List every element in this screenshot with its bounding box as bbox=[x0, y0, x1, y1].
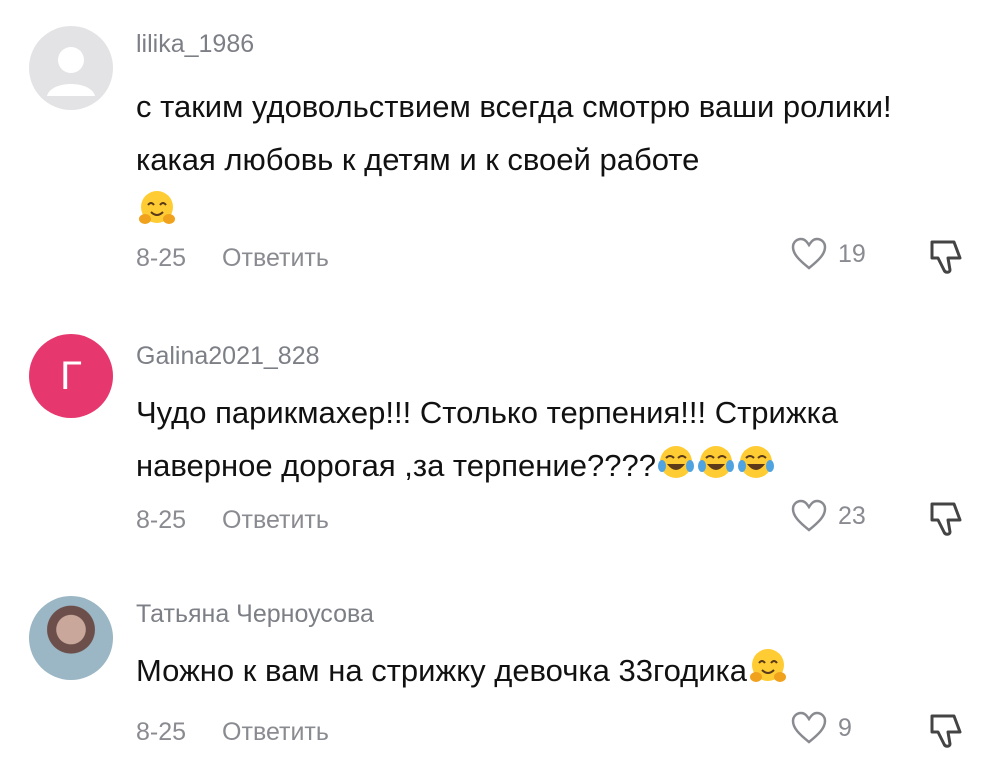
like-count: 9 bbox=[838, 713, 852, 742]
comment-item: Татьяна Черноусова Можно к вам на стрижк… bbox=[0, 560, 1008, 768]
comment-text-body: с таким удовольствием всегда смотрю ваши… bbox=[136, 89, 892, 177]
comment-text: с таким удовольствием всегда смотрю ваши… bbox=[136, 80, 976, 239]
avatar-letter: Г bbox=[60, 353, 82, 398]
like-count: 19 bbox=[838, 239, 866, 268]
reply-button[interactable]: Ответить bbox=[222, 506, 329, 534]
comment-text: Можно к вам на стрижку девочка 33годика bbox=[136, 644, 976, 697]
comment-meta: 8-25 Ответить bbox=[136, 506, 329, 535]
user-avatar[interactable]: Г bbox=[29, 334, 113, 418]
heart-icon bbox=[791, 237, 827, 270]
heart-icon bbox=[791, 499, 827, 532]
like-button[interactable]: 19 bbox=[790, 236, 866, 272]
user-avatar[interactable] bbox=[29, 596, 113, 680]
thumbs-down-icon bbox=[930, 502, 962, 536]
username[interactable]: lilika_1986 bbox=[136, 30, 254, 59]
thumbs-down-icon bbox=[930, 714, 962, 748]
tears-of-joy-emoji-icon bbox=[697, 446, 734, 478]
comment-text-body: Можно к вам на стрижку девочка 33годика bbox=[136, 653, 748, 688]
hugging-face-emoji-icon bbox=[750, 649, 787, 682]
comment-text: Чудо парикмахер!!! Столько терпения!!! С… bbox=[136, 386, 976, 492]
like-button[interactable]: 9 bbox=[790, 710, 852, 746]
dislike-button[interactable] bbox=[928, 710, 966, 755]
heart-icon bbox=[791, 711, 827, 744]
thumbs-down-icon bbox=[930, 240, 962, 274]
dislike-button[interactable] bbox=[928, 498, 966, 543]
tears-of-joy-emoji-icon bbox=[737, 446, 774, 478]
comment-item: lilika_1986 с таким удовольствием всегда… bbox=[0, 0, 1008, 290]
reply-button[interactable]: Ответить bbox=[222, 244, 329, 272]
like-button[interactable]: 23 bbox=[790, 498, 866, 534]
reply-button[interactable]: Ответить bbox=[222, 718, 329, 746]
user-avatar[interactable] bbox=[29, 26, 113, 110]
comment-meta: 8-25 Ответить bbox=[136, 244, 329, 273]
comment-date: 8-25 bbox=[136, 718, 187, 746]
hugging-face-emoji-icon bbox=[139, 191, 175, 224]
tears-of-joy-emoji-icon bbox=[657, 446, 694, 478]
comment-date: 8-25 bbox=[136, 506, 187, 534]
username[interactable]: Татьяна Черноусова bbox=[136, 600, 374, 629]
like-count: 23 bbox=[838, 501, 866, 530]
comment-date: 8-25 bbox=[136, 244, 187, 272]
dislike-button[interactable] bbox=[928, 236, 966, 281]
comment-meta: 8-25 Ответить bbox=[136, 718, 329, 747]
default-avatar-icon bbox=[47, 47, 95, 96]
username[interactable]: Galina2021_828 bbox=[136, 342, 320, 371]
comment-item: Г Galina2021_828 Чудо парикмахер!!! Стол… bbox=[0, 290, 1008, 560]
